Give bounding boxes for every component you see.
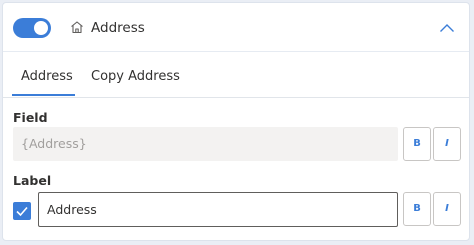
panel-header: Address	[3, 3, 469, 52]
tab-copy-address[interactable]: Copy Address	[91, 69, 180, 84]
toggle-knob	[34, 21, 48, 35]
label-input[interactable]: Address	[38, 192, 398, 227]
label-italic-button[interactable]: I	[433, 192, 461, 226]
field-italic-button[interactable]: I	[433, 127, 461, 161]
tab-address[interactable]: Address	[21, 69, 73, 84]
panel-title: Address	[91, 20, 145, 36]
chevron-up-icon[interactable]	[439, 23, 455, 33]
label-bold-button[interactable]: B	[403, 192, 431, 226]
field-input[interactable]: {Address}	[13, 127, 398, 161]
label-heading: Label	[13, 173, 52, 188]
label-checkbox[interactable]	[13, 202, 31, 220]
active-tab-indicator	[12, 94, 75, 96]
address-panel: Address Address Copy Address Field {Addr…	[2, 2, 470, 241]
home-icon	[71, 21, 83, 34]
field-label: Field	[13, 110, 48, 125]
tab-bar: Address Copy Address	[3, 51, 469, 98]
enable-toggle[interactable]	[13, 18, 51, 38]
checkmark-icon	[16, 206, 28, 217]
field-bold-button[interactable]: B	[403, 127, 431, 161]
